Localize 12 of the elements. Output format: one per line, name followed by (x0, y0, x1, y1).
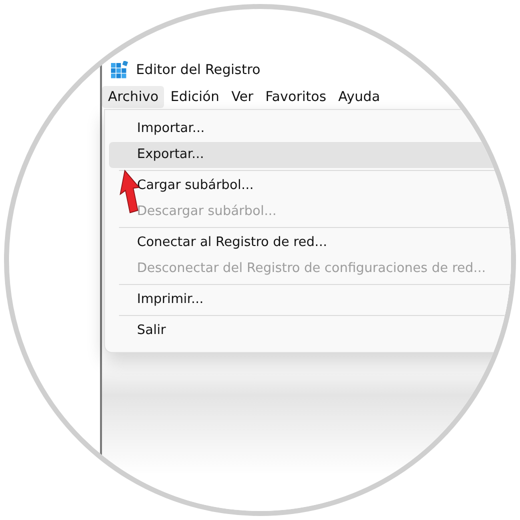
menu-bar-item[interactable]: Archivo (102, 86, 164, 108)
menu-bar-item[interactable]: Favoritos (259, 86, 332, 108)
menu-item[interactable]: Salir (109, 318, 511, 344)
menu-item[interactable]: Cargar subárbol... (109, 173, 511, 199)
menu-bar-item[interactable]: Ver (225, 86, 260, 108)
menu-item[interactable]: Imprimir... (109, 287, 511, 313)
menu-item[interactable]: Conectar al Registro de red... (109, 230, 511, 256)
menu-item[interactable]: Importar... (109, 116, 511, 142)
registry-icon (110, 61, 128, 79)
menu-bar-item[interactable]: Edición (164, 86, 226, 108)
window-title: Editor del Registro (136, 62, 260, 78)
menu-bar-item[interactable]: Ayuda (332, 86, 386, 108)
